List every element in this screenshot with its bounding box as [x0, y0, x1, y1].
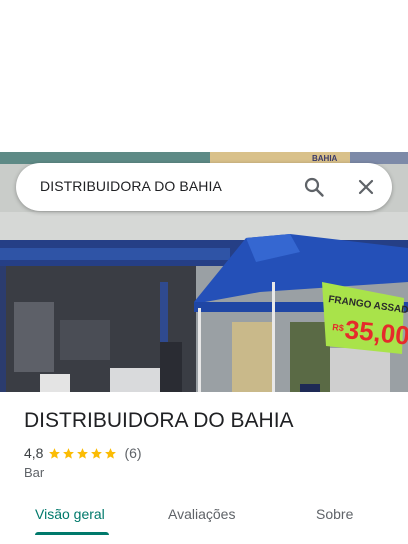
tab-reviews[interactable]: Avaliações	[168, 506, 235, 522]
active-tab-indicator	[35, 532, 109, 535]
tab-about[interactable]: Sobre	[316, 506, 353, 522]
place-sheet: BAHIA FRANGO ASSADO R$ 35,00 DISTRIBUIDO…	[0, 0, 408, 544]
star-icon	[105, 447, 117, 459]
place-category: Bar	[24, 465, 45, 480]
banner-price-prefix: R$	[332, 322, 344, 333]
rating-value: 4,8	[24, 445, 44, 461]
search-bar[interactable]: DISTRIBUIDORA DO BAHIA	[16, 163, 392, 211]
search-icon[interactable]	[302, 175, 326, 199]
top-sign-text: BAHIA	[312, 154, 338, 163]
tab-bar: Visão geral Avaliações Sobre	[0, 494, 408, 544]
rating-row[interactable]: 4,8 (6)	[24, 444, 142, 462]
star-icon	[63, 447, 75, 459]
star-icon	[49, 447, 61, 459]
review-count[interactable]: (6)	[124, 445, 141, 461]
tab-overview[interactable]: Visão geral	[35, 506, 105, 522]
place-name: DISTRIBUIDORA DO BAHIA	[24, 409, 294, 432]
close-icon[interactable]	[354, 175, 378, 199]
star-rating	[48, 447, 118, 460]
star-icon	[91, 447, 103, 459]
star-icon	[77, 447, 89, 459]
search-query[interactable]: DISTRIBUIDORA DO BAHIA	[40, 178, 222, 194]
